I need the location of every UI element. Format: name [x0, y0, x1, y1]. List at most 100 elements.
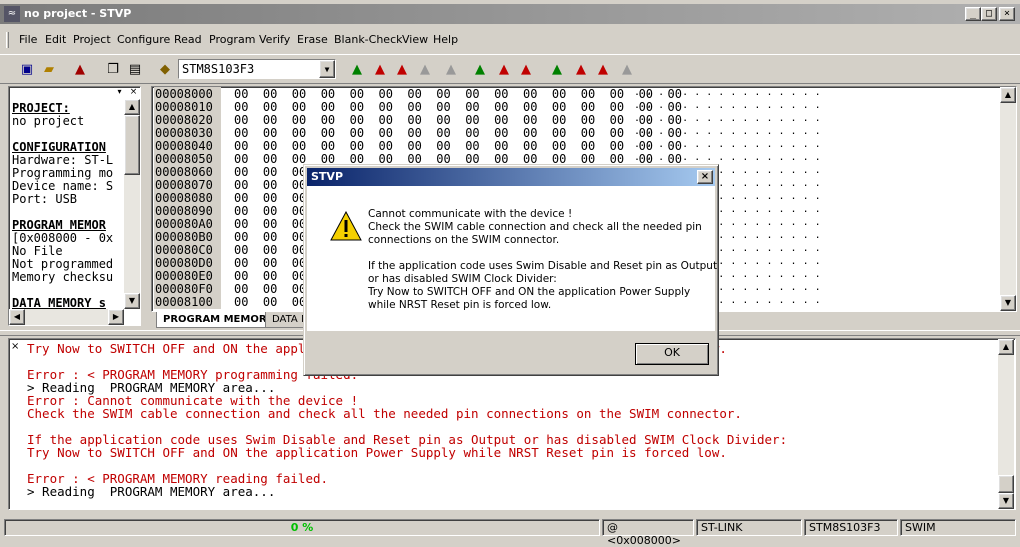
project-panel-line: Hardware: ST-L [12, 153, 114, 167]
hex-address: 00008030 [154, 126, 221, 140]
hex-ascii: . . . . . . . . . . . . . . . . [634, 139, 821, 150]
scroll-up-icon[interactable]: ▲ [998, 339, 1014, 355]
scroll-thumb[interactable] [998, 475, 1014, 493]
panel-close-icon[interactable]: × [127, 87, 140, 98]
open-folder-icon[interactable]: ▰ [39, 59, 59, 79]
dialog-body: Cannot communicate with the device ! Chec… [307, 186, 717, 331]
scroll-down-icon[interactable]: ▼ [124, 293, 140, 309]
menu-view[interactable]: View [402, 33, 428, 46]
log-line: > Reading PROGRAM MEMORY area... [27, 484, 276, 499]
hex-address: 000080E0 [154, 269, 221, 283]
project-panel-line: Memory checksu [12, 270, 114, 284]
paste-icon[interactable]: ▤ [125, 59, 145, 79]
status-tool: ST-LINK [696, 519, 802, 536]
erase-icon[interactable]: ▲ [415, 59, 435, 79]
dialog-title: STVP [311, 170, 344, 183]
log-scrollbar[interactable]: ▲ ▼ [998, 339, 1014, 509]
project-panel-line: DATA MEMORY s [12, 296, 106, 310]
read-icon[interactable]: ▲ [347, 59, 367, 79]
hex-address: 00008010 [154, 100, 221, 114]
tab-program-memory[interactable]: PROGRAM MEMORY [156, 312, 281, 328]
window-title: no project - STVP [24, 7, 132, 20]
save-icon[interactable]: ▣ [17, 59, 37, 79]
scroll-up-icon[interactable]: ▲ [124, 99, 140, 115]
scroll-up-icon[interactable]: ▲ [1000, 87, 1016, 103]
scroll-left-icon[interactable]: ◀ [9, 309, 25, 325]
project-panel-line: Not programmed [12, 257, 114, 271]
hex-address: 000080C0 [154, 243, 221, 257]
device-icon: ◆ [160, 61, 170, 77]
scroll-down-icon[interactable]: ▼ [998, 493, 1014, 509]
hex-bytes[interactable]: 00 00 00 00 00 00 00 00 00 00 00 00 00 0… [234, 100, 682, 114]
menu-configure[interactable]: Configure [117, 33, 170, 46]
program-current-icon[interactable]: ▲ [494, 59, 514, 79]
dialog-close-button[interactable]: × [697, 170, 713, 184]
project-panel-line: CONFIGURATION [12, 140, 106, 154]
menu-project[interactable]: Project [73, 33, 111, 46]
hex-ascii: . . . . . . . . . . . . . . . . [634, 126, 821, 137]
close-button[interactable]: × [999, 7, 1015, 21]
hex-address: 00008060 [154, 165, 221, 179]
menu-help[interactable]: Help [433, 33, 458, 46]
project-info-panel: ▾ × PROJECT: no project CONFIGURATION Hardw… [8, 86, 141, 326]
menu-program[interactable]: Program [209, 33, 255, 46]
dialog-message-line: connections on the SWIM connector. [368, 234, 560, 246]
copy-icon[interactable]: ❐ [103, 59, 123, 79]
dialog-message-line: while NRST Reset pin is forced low. [368, 299, 552, 311]
program-all-tabs-icon[interactable]: ▲ [571, 59, 591, 79]
hex-bytes[interactable]: 00 00 00 00 00 00 00 00 00 00 00 00 00 0… [234, 139, 682, 153]
minimize-button[interactable]: _ [965, 7, 981, 21]
program-all-icon[interactable]: ▲ [70, 59, 90, 79]
hex-scrollbar[interactable]: ▲ ▼ [1000, 87, 1016, 311]
hex-ascii: . . . . . . . . . . . . . . . . [634, 100, 821, 111]
hex-address: 00008080 [154, 191, 221, 205]
dialog-message-line: or has disabled SWIM Clock Divider: [368, 273, 557, 285]
status-address: @ <0x008000> [602, 519, 694, 547]
menubar-grip [6, 32, 9, 48]
progress-bar: 0 % [4, 519, 600, 536]
verify-icon[interactable]: ▲ [392, 59, 412, 79]
chevron-down-icon[interactable]: ▼ [319, 60, 335, 78]
menu-verify[interactable]: Verify [259, 33, 290, 46]
erase-all-icon[interactable]: ▲ [617, 59, 637, 79]
hex-ascii: . . . . . . . . . . . . . . . . [634, 113, 821, 124]
project-panel-hscrollbar[interactable]: ◀ ▶ [9, 309, 124, 325]
hex-address: 000080D0 [154, 256, 221, 270]
hex-bytes[interactable]: 00 00 00 00 00 00 00 00 00 00 00 00 00 0… [234, 87, 682, 101]
device-select[interactable]: STM8S103F3 ▼ [178, 59, 336, 79]
menu-edit[interactable]: Edit [45, 33, 66, 46]
hex-address: 00008100 [154, 295, 221, 309]
read-current-icon[interactable]: ▲ [470, 59, 490, 79]
scroll-down-icon[interactable]: ▼ [1000, 295, 1016, 311]
hex-ascii: . . . . . . . . . . . . . . . . [634, 152, 821, 163]
project-panel-scrollbar[interactable]: ▲ ▼ [124, 99, 140, 309]
hex-bytes[interactable]: 00 00 00 00 00 00 00 00 00 00 00 00 00 0… [234, 113, 682, 127]
ok-button[interactable]: OK [635, 343, 709, 365]
maximize-button[interactable]: □ [981, 7, 997, 21]
menu-erase[interactable]: Erase [297, 33, 328, 46]
log-close-icon[interactable]: × [11, 341, 19, 352]
menu-file[interactable]: File [19, 33, 37, 46]
scroll-right-icon[interactable]: ▶ [108, 309, 124, 325]
dialog-message-line: Check the SWIM cable connection and chec… [368, 221, 702, 233]
read-all-icon[interactable]: ▲ [547, 59, 567, 79]
verify-all-icon[interactable]: ▲ [593, 59, 613, 79]
status-protocol: SWIM [900, 519, 1016, 536]
title-bar: ≈ no project - STVP _ □ × [0, 4, 1020, 24]
error-dialog: STVP × Cannot communicate with the devic… [303, 164, 719, 376]
hex-address: 00008020 [154, 113, 221, 127]
program-icon[interactable]: ▲ [370, 59, 390, 79]
project-panel-line: Device name: S [12, 179, 114, 193]
menu-blank-check[interactable]: Blank-Check [334, 33, 403, 46]
status-device: STM8S103F3 [804, 519, 898, 536]
status-bar: 0 % @ <0x008000> ST-LINK STM8S103F3 SWIM [0, 518, 1020, 547]
scroll-thumb[interactable] [124, 115, 140, 175]
verify-current-icon[interactable]: ▲ [516, 59, 536, 79]
hex-bytes[interactable]: 00 00 00 00 00 00 00 00 00 00 00 00 00 0… [234, 126, 682, 140]
menu-read[interactable]: Read [174, 33, 202, 46]
menu-bar: File Edit Project Configure Read Program… [0, 28, 1020, 52]
blank-check-icon[interactable]: ▲ [441, 59, 461, 79]
project-panel-line: Programming mo [12, 166, 114, 180]
panel-menu-icon[interactable]: ▾ [113, 87, 126, 98]
project-panel-line: no project [12, 114, 85, 128]
